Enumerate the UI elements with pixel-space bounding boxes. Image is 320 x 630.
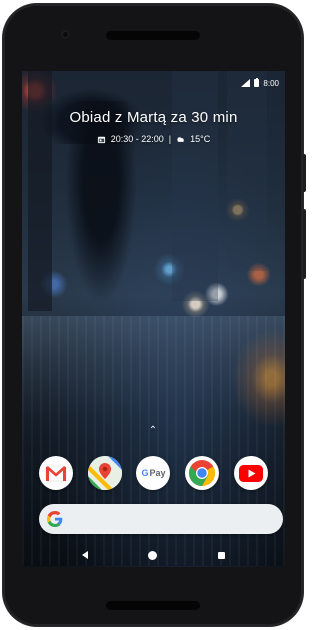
front-camera — [61, 30, 70, 39]
top-speaker-grille — [106, 31, 200, 40]
google-maps-icon — [87, 456, 122, 490]
at-a-glance-details[interactable]: 20:30 - 22:00 | 15°C — [22, 134, 285, 144]
back-icon[interactable] — [82, 551, 89, 559]
app-drawer-arrow-icon[interactable]: ⌃ — [149, 425, 157, 436]
gmail-app-icon[interactable] — [39, 456, 74, 490]
favorites-dock: G Pay — [22, 456, 285, 490]
gpay-icon: G Pay — [141, 468, 166, 478]
navigation-bar — [22, 543, 285, 567]
maps-app-icon[interactable] — [87, 456, 122, 490]
cell-signal-icon — [241, 79, 251, 87]
home-screen: 8:00 Obiad z Martą za 30 min 20:30 - 22:… — [22, 71, 285, 567]
phone-frame: 8:00 Obiad z Martą za 30 min 20:30 - 22:… — [3, 4, 306, 626]
battery-icon — [254, 78, 260, 87]
power-button — [303, 154, 306, 192]
wallpaper-person — [66, 101, 136, 301]
youtube-icon — [238, 464, 263, 482]
bottom-speaker-grille — [106, 601, 200, 610]
calendar-icon — [97, 136, 105, 143]
youtube-app-icon[interactable] — [233, 456, 268, 490]
event-time: 20:30 - 22:00 — [110, 134, 164, 144]
glance-separator: | — [168, 134, 172, 144]
wallpaper-building — [227, 71, 267, 271]
recents-icon[interactable] — [217, 551, 225, 559]
volume-button — [303, 209, 306, 279]
cloudy-weather-icon — [177, 136, 184, 142]
chrome-icon — [189, 460, 216, 487]
temperature: 15°C — [190, 134, 211, 144]
gmail-icon — [45, 465, 67, 481]
gpay-app-icon[interactable]: G Pay — [136, 456, 171, 490]
wallpaper-building — [172, 71, 218, 301]
chrome-app-icon[interactable] — [185, 456, 220, 490]
status-time: 8:00 — [263, 78, 279, 88]
at-a-glance-event[interactable]: Obiad z Martą za 30 min — [22, 109, 285, 126]
home-icon[interactable] — [148, 550, 158, 560]
google-search-bar[interactable] — [39, 504, 283, 534]
google-g-icon — [47, 511, 63, 527]
status-bar: 8:00 — [241, 77, 279, 89]
